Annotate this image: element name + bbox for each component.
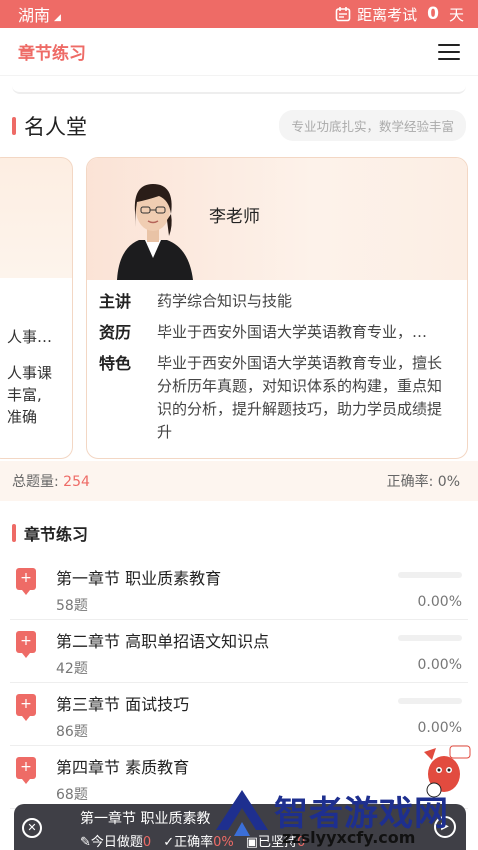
dropdown-triangle-icon: ◢ <box>54 13 61 23</box>
total-label: 总题量: <box>12 474 59 490</box>
info-value: 药学综合知识与技能 <box>157 292 293 310</box>
exam-countdown: 距离考试 0 天 <box>335 4 464 25</box>
chapter-name: 第二章节 高职单招语文知识点 <box>56 632 270 651</box>
total-count: 254 <box>63 474 90 490</box>
info-key: 资历 <box>99 323 132 342</box>
section-marker <box>12 524 16 542</box>
chapter-item[interactable]: + 第一章节 职业质素教育 58题 0.00% <box>10 557 468 620</box>
teacher-card-previous[interactable]: 人事… 人事课 丰富, 准确 <box>0 157 73 459</box>
bookmark-plus-icon: + <box>16 694 36 721</box>
teacher-photo <box>117 184 193 280</box>
region-label: 湖南 <box>18 6 51 25</box>
prev-card-line: 准确 <box>7 408 38 426</box>
teacher-carousel[interactable]: 人事… 人事课 丰富, 准确 李老师 主讲 药学综合知识与技能 资历 毕业于西安… <box>0 157 478 461</box>
chapter-list: + 第一章节 职业质素教育 58题 0.00% + 第二章节 高职单招语文知识点… <box>0 557 478 809</box>
calendar-icon <box>335 7 351 22</box>
exam-days-unit: 天 <box>448 5 464 24</box>
chapter-count: 58题 <box>56 598 88 614</box>
teacher-info-row: 主讲 药学综合知识与技能 <box>99 290 455 313</box>
exam-days: 0 <box>427 4 439 24</box>
chapter-percent: 0.00% <box>417 594 462 610</box>
prev-card-line: 丰富, <box>7 386 42 404</box>
chapter-count: 42题 <box>56 661 88 677</box>
teacher-card[interactable]: 李老师 主讲 药学综合知识与技能 资历 毕业于西安外国语大学英语教育专业，… 特… <box>86 157 468 459</box>
watermark: 智者游戏网 zzslyyxcfy.com <box>212 784 478 850</box>
bottom-chapter-title: 第一章节 职业质素教 <box>80 811 211 827</box>
chapter-item[interactable]: + 第三章节 面试技巧 86题 0.00% <box>10 683 468 746</box>
exam-countdown-label: 距离考试 <box>357 5 418 24</box>
info-value: 毕业于西安外国语大学英语教育专业，擅长分析历年真题，对知识体系的构建，重点知识的… <box>157 354 443 441</box>
chapter-percent: 0.00% <box>417 720 462 736</box>
info-key: 主讲 <box>99 292 132 311</box>
section-title: 章节练习 <box>24 525 89 544</box>
chapter-item[interactable]: + 第二章节 高职单招语文知识点 42题 0.00% <box>10 620 468 683</box>
chapter-count: 68题 <box>56 787 88 803</box>
chapter-progress-bar <box>398 635 462 641</box>
fame-title: 名人堂 <box>24 114 87 139</box>
bookmark-plus-icon: + <box>16 631 36 658</box>
teacher-info-row: 资历 毕业于西安外国语大学英语教育专业，… <box>99 321 455 344</box>
section-marker <box>12 116 16 135</box>
accuracy-label: 正确率: <box>386 474 434 490</box>
top-bar: 章节练习 <box>0 28 478 76</box>
chapter-name: 第四章节 素质教育 <box>56 758 190 777</box>
bookmark-plus-icon: + <box>16 757 36 784</box>
stats-bar: 总题量: 254 正确率: 0% <box>0 461 478 501</box>
accuracy-value: 0% <box>437 474 460 490</box>
chapter-progress-bar <box>398 572 462 578</box>
chapter-name: 第三章节 面试技巧 <box>56 695 190 714</box>
close-icon[interactable]: ✕ <box>22 818 42 838</box>
fame-slogan: 专业功底扎实，数学经验丰富 <box>279 110 466 141</box>
info-value: 毕业于西安外国语大学英语教育专业，… <box>157 323 428 341</box>
watermark-url: zzslyyxcfy.com <box>282 828 416 847</box>
header-divider <box>12 82 466 94</box>
bookmark-plus-icon: + <box>16 568 36 595</box>
region-selector[interactable]: 湖南 ◢ <box>18 2 61 26</box>
today-stat: ✎今日做题0 <box>80 835 152 850</box>
fame-header: 名人堂 专业功底扎实，数学经验丰富 <box>0 110 478 141</box>
info-key: 特色 <box>99 354 132 373</box>
prev-card-line: 人事课 <box>7 364 53 382</box>
chapter-section-header: 章节练习 <box>0 521 478 545</box>
chapter-percent: 0.00% <box>417 657 462 673</box>
teacher-info: 主讲 药学综合知识与技能 资历 毕业于西安外国语大学英语教育专业，… 特色 毕业… <box>87 280 467 444</box>
watermark-logo-icon <box>216 790 268 836</box>
status-bar: 湖南 ◢ 距离考试 0 天 <box>0 0 478 28</box>
teacher-card-hero: 李老师 <box>87 158 467 280</box>
prev-card-line: 人事… <box>7 328 53 346</box>
teacher-info-row: 特色 毕业于西安外国语大学英语教育专业，擅长分析历年真题，对知识体系的构建，重点… <box>99 352 455 444</box>
chapter-progress-bar <box>398 698 462 704</box>
teacher-name: 李老师 <box>209 207 260 227</box>
menu-icon[interactable] <box>438 43 460 60</box>
page-title: 章节练习 <box>18 44 86 64</box>
chapter-name: 第一章节 职业质素教育 <box>56 569 222 588</box>
chapter-count: 86题 <box>56 724 88 740</box>
